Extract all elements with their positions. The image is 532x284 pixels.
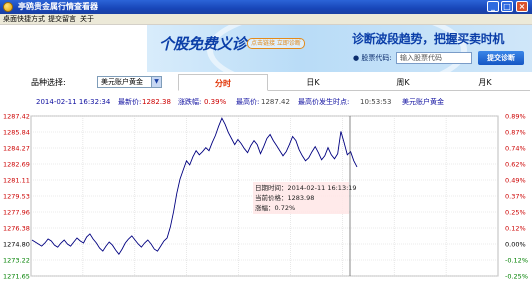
intraday-chart[interactable]: 1287.42 0.89% 1285.84 0.87% 1284.27 0.74% 1282… bbox=[0, 0, 532, 284]
price-tooltip: 日期时间：2014-02-11 16:13:19 当前价格：1283.98 涨幅… bbox=[253, 182, 357, 214]
y-tick-label-right: 0.62% bbox=[505, 161, 526, 169]
y-tick-label-left: 1276.38 bbox=[3, 225, 30, 233]
tooltip-price: 当前价格：1283.98 bbox=[255, 194, 315, 202]
y-tick-label-left: 1285.84 bbox=[3, 129, 30, 137]
y-tick-label-left: 1273.22 bbox=[3, 257, 30, 265]
y-tick-label-left: 1282.69 bbox=[3, 161, 30, 169]
y-tick-label-right: -0.25% bbox=[505, 273, 528, 281]
y-tick-label-left: 1274.80 bbox=[3, 241, 30, 249]
y-tick-label-left: 1271.65 bbox=[3, 273, 30, 281]
y-tick-label-right: 0.12% bbox=[505, 225, 526, 233]
tooltip-time: 日期时间：2014-02-11 16:13:19 bbox=[255, 184, 357, 192]
y-tick-label-left: 1287.42 bbox=[3, 113, 30, 121]
y-tick-label-right: 0.89% bbox=[505, 113, 526, 121]
y-tick-label-right: 0.74% bbox=[505, 145, 526, 153]
y-tick-label-right: 0.37% bbox=[505, 193, 526, 201]
y-tick-label-right: 0.87% bbox=[505, 129, 526, 137]
tooltip-change: 涨幅：0.72% bbox=[255, 204, 296, 212]
y-tick-label-right: 0.00% bbox=[505, 241, 526, 249]
y-tick-label-left: 1279.53 bbox=[3, 193, 30, 201]
y-tick-label-right: 0.49% bbox=[505, 177, 526, 185]
y-tick-label-left: 1281.11 bbox=[3, 177, 30, 185]
y-tick-label-left: 1284.27 bbox=[3, 145, 30, 153]
y-tick-label-right: -0.12% bbox=[505, 257, 528, 265]
app-window: 亭鸥贵金属行情查看器 _ □ × 桌面快捷方式 提交留言 关于 个股免费义诊 点… bbox=[0, 0, 532, 284]
y-tick-label-right: 0.25% bbox=[505, 209, 526, 217]
y-tick-label-left: 1277.96 bbox=[3, 209, 30, 217]
